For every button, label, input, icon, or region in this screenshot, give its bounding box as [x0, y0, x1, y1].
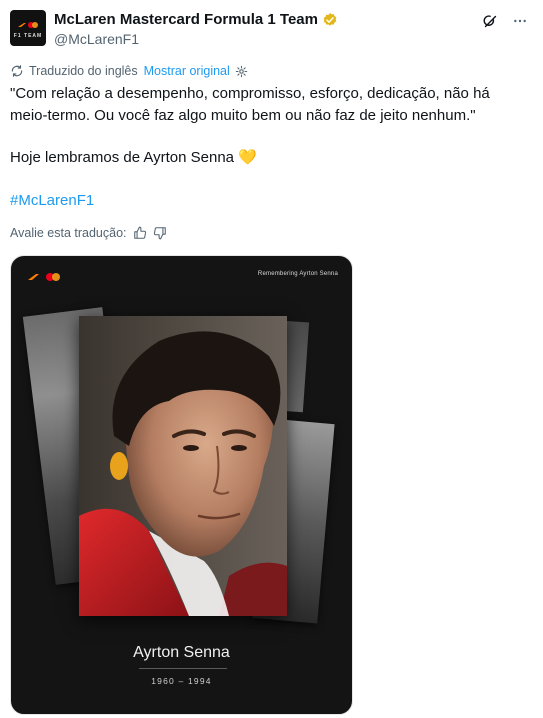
- hashtag-link[interactable]: #McLarenF1: [10, 190, 94, 212]
- display-name[interactable]: McLaren Mastercard Formula 1 Team: [54, 11, 318, 28]
- avatar-text: F1 TEAM: [13, 33, 43, 39]
- portrait-photo: [79, 316, 287, 616]
- media-caption-top: Remembering Ayrton Senna: [257, 271, 338, 277]
- grok-icon[interactable]: [481, 12, 499, 30]
- avatar[interactable]: F1 TEAM: [10, 10, 46, 46]
- more-icon[interactable]: [511, 12, 529, 30]
- handle[interactable]: @McLarenF1: [54, 31, 139, 47]
- divider: [139, 668, 227, 669]
- thumb-down-icon[interactable]: [153, 226, 167, 240]
- mclaren-mastercard-logo: [18, 22, 38, 28]
- show-original-link[interactable]: Mostrar original: [144, 64, 230, 78]
- translation-label: Traduzido do inglês: [29, 64, 138, 78]
- translate-icon: [11, 65, 23, 77]
- tweet-quote: "Com relação a desempenho, compromisso, …: [10, 85, 490, 124]
- media-years: 1960 – 1994: [151, 676, 212, 686]
- tweet-media-image[interactable]: Remembering Ayrton Senna Ayrton Senna 19…: [10, 255, 353, 715]
- thumb-up-icon[interactable]: [133, 226, 147, 240]
- tweet-text: "Com relação a desempenho, compromisso, …: [10, 83, 530, 211]
- mclaren-mastercard-logo: [28, 273, 60, 281]
- rate-label: Avalie esta tradução:: [10, 226, 127, 240]
- verified-badge-icon[interactable]: [322, 12, 338, 28]
- rate-translation: Avalie esta tradução:: [10, 226, 167, 240]
- media-name: Ayrton Senna: [133, 644, 230, 661]
- tweet-line: Hoje lembramos de Ayrton Senna 💛: [10, 149, 257, 166]
- translation-bar: Traduzido do inglês Mostrar original: [10, 64, 248, 78]
- settings-icon[interactable]: [235, 65, 248, 78]
